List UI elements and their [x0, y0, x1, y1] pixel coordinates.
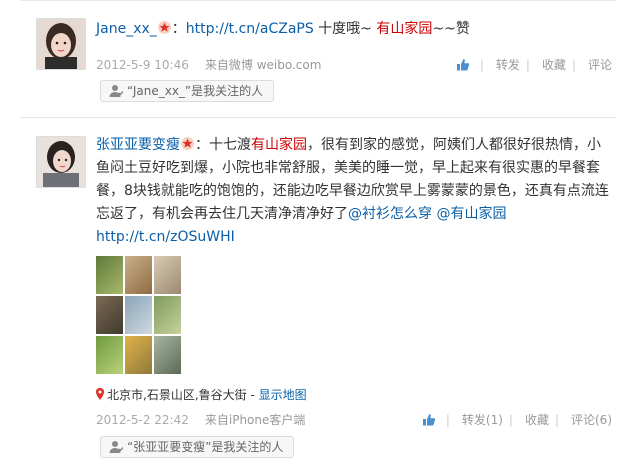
post-divider [20, 117, 616, 118]
source: 来自iPhone客户端 [204, 413, 306, 427]
author-name[interactable]: Jane_xx_ [96, 21, 157, 37]
colon: ： [195, 137, 209, 153]
location: 北京市,石景山区,鲁谷大街 - 显示地图 [96, 387, 307, 403]
person-icon [109, 441, 123, 453]
star-badge-icon [157, 21, 171, 34]
thumbs-up-icon[interactable] [456, 58, 470, 71]
follow-tag[interactable]: “张亚亚要变瘦”是我关注的人 [100, 436, 295, 458]
photo-thumbnail[interactable] [125, 296, 152, 334]
author-name[interactable]: 张亚亚要变瘦 [96, 137, 180, 153]
favorite-button[interactable]: 收藏 [525, 413, 549, 427]
post-text: 张亚亚要变瘦 ：十七渡有山家园，很有到家的感觉，阿姨们人都很好很热情，小鱼闷土豆好… [96, 134, 612, 249]
post-meta: 2012-5-2 22:42 来自iPhone客户端 | 转发(1) | 收藏 | 评论(6… [96, 411, 612, 429]
map-pin-icon [96, 388, 104, 400]
separator: | [571, 58, 576, 72]
location-text: 北京市,石景山区,鲁谷大街 [107, 388, 247, 402]
show-map-link[interactable]: 显示地图 [259, 388, 307, 402]
short-link[interactable]: http://t.cn/zOSuWHI [96, 229, 235, 245]
post-actions: | 转发(1) | 收藏 | 评论(6) [422, 411, 612, 429]
repost-button[interactable]: 转发(1) [462, 413, 503, 427]
post-text-a: 十七渡 [209, 137, 251, 153]
post-meta: 2012-5-9 10:46 来自微博 weibo.com | 转发 | 收藏 | 评论 [96, 56, 612, 74]
colon: ： [171, 21, 186, 37]
person-icon [109, 85, 123, 97]
avatar[interactable] [36, 136, 86, 188]
follow-tag-label: “Jane_xx_”是我关注的人 [127, 84, 264, 98]
top-divider [20, 0, 616, 1]
mention-link[interactable]: @有山家园 [436, 206, 506, 222]
photo-thumbnail[interactable] [125, 256, 152, 294]
photo-thumbnail[interactable] [154, 256, 181, 294]
photo-thumbnail[interactable] [154, 336, 181, 374]
follow-tag-label: “张亚亚要变瘦”是我关注的人 [127, 440, 284, 454]
star-badge-icon [181, 137, 194, 150]
separator: | [525, 58, 530, 72]
comment-button[interactable]: 评论(6) [571, 413, 612, 427]
source: 来自微博 weibo.com [204, 58, 322, 72]
photo-grid [96, 256, 182, 374]
timestamp[interactable]: 2012-5-9 10:46 [96, 58, 189, 72]
mention-link[interactable]: @衬衫怎么穿 [348, 206, 432, 222]
separator: | [508, 413, 513, 427]
topic-link[interactable]: 有山家园 [376, 21, 432, 37]
photo-thumbnail[interactable] [96, 256, 123, 294]
post-actions: | 转发 | 收藏 | 评论 [456, 56, 612, 74]
post-text-end: ~~赞 [432, 21, 470, 37]
timestamp[interactable]: 2012-5-2 22:42 [96, 413, 189, 427]
avatar[interactable] [36, 18, 86, 70]
thumbs-up-icon[interactable] [422, 413, 436, 426]
post-text-mid: 十度哦~ [313, 21, 377, 37]
follow-tag[interactable]: “Jane_xx_”是我关注的人 [100, 80, 275, 102]
topic-link[interactable]: 有山家园 [251, 137, 307, 153]
separator: | [479, 58, 484, 72]
separator: | [554, 413, 559, 427]
comment-button[interactable]: 评论 [588, 58, 612, 72]
photo-thumbnail[interactable] [96, 296, 123, 334]
post-text: Jane_xx_ ：http://t.cn/aCZaPS 十度哦~ 有山家园~~赞 [96, 18, 612, 41]
separator: | [445, 413, 450, 427]
photo-thumbnail[interactable] [96, 336, 123, 374]
photo-thumbnail[interactable] [154, 296, 181, 334]
location-separator: - [246, 388, 259, 402]
photo-thumbnail[interactable] [125, 336, 152, 374]
short-link[interactable]: http://t.cn/aCZaPS [186, 21, 314, 37]
repost-button[interactable]: 转发 [496, 58, 520, 72]
favorite-button[interactable]: 收藏 [542, 58, 566, 72]
